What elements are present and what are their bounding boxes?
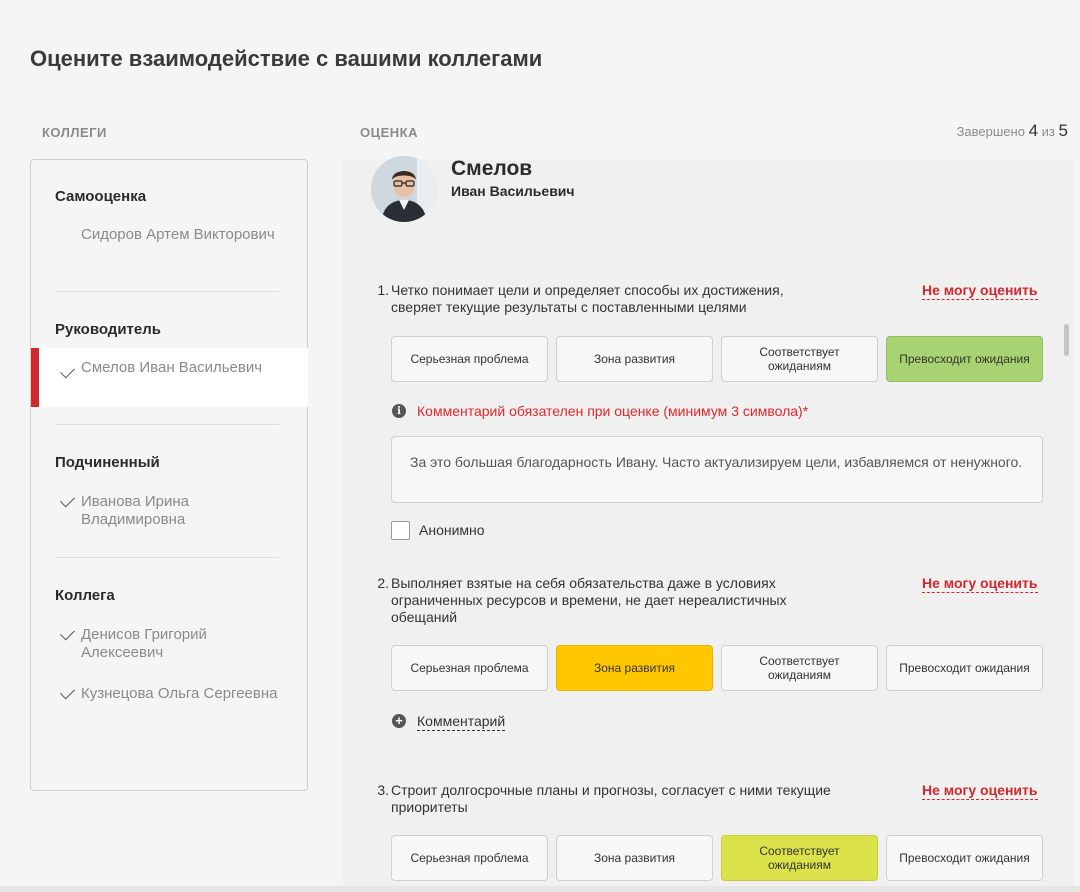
colleague-name: Кузнецова Ольга Сергеевна — [81, 685, 278, 702]
comment-field-1[interactable]: За это большая благодарность Ивану. Част… — [391, 436, 1043, 503]
option-exceeds-expectations[interactable]: Превосходит ожидания — [886, 645, 1043, 691]
colleagues-section-label: КОЛЛЕГИ — [42, 125, 107, 140]
option-meets-expectations[interactable]: Соответствует ожиданиям — [721, 835, 878, 881]
info-icon: i — [392, 404, 406, 418]
progress-prefix: Завершено — [956, 124, 1025, 139]
option-serious-problem[interactable]: Серьезная проблема — [391, 336, 548, 382]
avatar — [371, 156, 437, 222]
check-icon — [60, 492, 75, 508]
cant-rate-link-3[interactable]: Не могу оценить — [922, 782, 1038, 800]
option-development-zone[interactable]: Зона развития — [556, 336, 713, 382]
add-comment-link[interactable]: Комментарий — [417, 713, 506, 731]
rating-options-1: Серьезная проблема Зона развития Соответ… — [391, 336, 1043, 382]
colleague-name: Иванова Ирина Владимировна — [81, 493, 189, 528]
cant-rate-link-2[interactable]: Не могу оценить — [922, 575, 1038, 593]
question-text: Выполняет взятые на себя обязательства д… — [391, 575, 787, 625]
colleague-sidorov[interactable]: Сидоров Артем Викторович — [31, 226, 308, 266]
rating-options-3: Серьезная проблема Зона развития Соответ… — [391, 835, 1043, 881]
bottom-edge — [0, 886, 1080, 892]
question-number: 2. — [377, 575, 389, 591]
option-development-zone[interactable]: Зона развития — [556, 645, 713, 691]
colleague-name: Смелов Иван Васильевич — [81, 359, 263, 376]
option-meets-expectations[interactable]: Соответствует ожиданиям — [721, 336, 878, 382]
question-number: 3. — [377, 782, 389, 798]
option-serious-problem[interactable]: Серьезная проблема — [391, 835, 548, 881]
scrollbar-thumb[interactable] — [1064, 324, 1069, 356]
page-title: Оцените взаимодействие с вашими коллегам… — [30, 46, 543, 71]
colleague-smelov[interactable]: Смелов Иван Васильевич — [31, 348, 308, 407]
active-indicator — [31, 348, 39, 407]
colleague-name: Сидоров Артем Викторович — [81, 226, 275, 243]
group-title-manager: Руководитель — [55, 321, 161, 338]
colleague-denisov[interactable]: Денисов Григорий Алексеевич — [31, 625, 308, 666]
colleague-ivanova[interactable]: Иванова Ирина Владимировна — [31, 492, 308, 533]
group-title-self: Самооценка — [55, 188, 147, 205]
question-number: 1. — [377, 282, 389, 298]
group-divider — [55, 424, 279, 425]
person-photo-icon — [371, 156, 437, 222]
check-icon — [60, 363, 75, 379]
cant-rate-link-1[interactable]: Не могу оценить — [922, 282, 1038, 300]
group-divider — [55, 557, 279, 558]
progress-separator: из — [1041, 124, 1055, 139]
option-exceeds-expectations[interactable]: Превосходит ожидания — [886, 835, 1043, 881]
rating-options-2: Серьезная проблема Зона развития Соответ… — [391, 645, 1043, 691]
person-last-name: Смелов — [451, 157, 533, 180]
group-title-subordinate: Подчиненный — [55, 454, 160, 471]
option-exceeds-expectations[interactable]: Превосходит ожидания — [886, 336, 1043, 382]
anonymous-label: Анонимно — [419, 522, 485, 538]
anonymous-checkbox[interactable] — [391, 521, 410, 540]
rating-section-label: ОЦЕНКА — [360, 125, 418, 140]
progress-done: 4 — [1028, 121, 1039, 140]
group-title-colleague: Коллега — [55, 587, 115, 604]
colleagues-sidebar: Самооценка Сидоров Артем Викторович Руко… — [30, 159, 308, 791]
group-divider — [55, 291, 279, 292]
colleague-name: Денисов Григорий Алексеевич — [81, 626, 207, 661]
progress-indicator: Завершено 4 из 5 — [957, 121, 1068, 141]
comment-required-warning: Комментарий обязателен при оценке (миним… — [417, 403, 809, 419]
question-text: Строит долгосрочные планы и прогнозы, со… — [391, 782, 831, 815]
check-icon — [60, 625, 75, 641]
option-development-zone[interactable]: Зона развития — [556, 835, 713, 881]
option-serious-problem[interactable]: Серьезная проблема — [391, 645, 548, 691]
check-icon — [60, 684, 75, 700]
option-meets-expectations[interactable]: Соответствует ожиданиям — [721, 645, 878, 691]
progress-total: 5 — [1058, 121, 1068, 140]
question-text: Четко понимает цели и определяет способы… — [391, 282, 784, 315]
colleague-kuznetsova[interactable]: Кузнецова Ольга Сергеевна — [31, 684, 308, 725]
person-first-name: Иван Васильевич — [451, 183, 575, 199]
plus-icon[interactable]: + — [392, 714, 406, 728]
